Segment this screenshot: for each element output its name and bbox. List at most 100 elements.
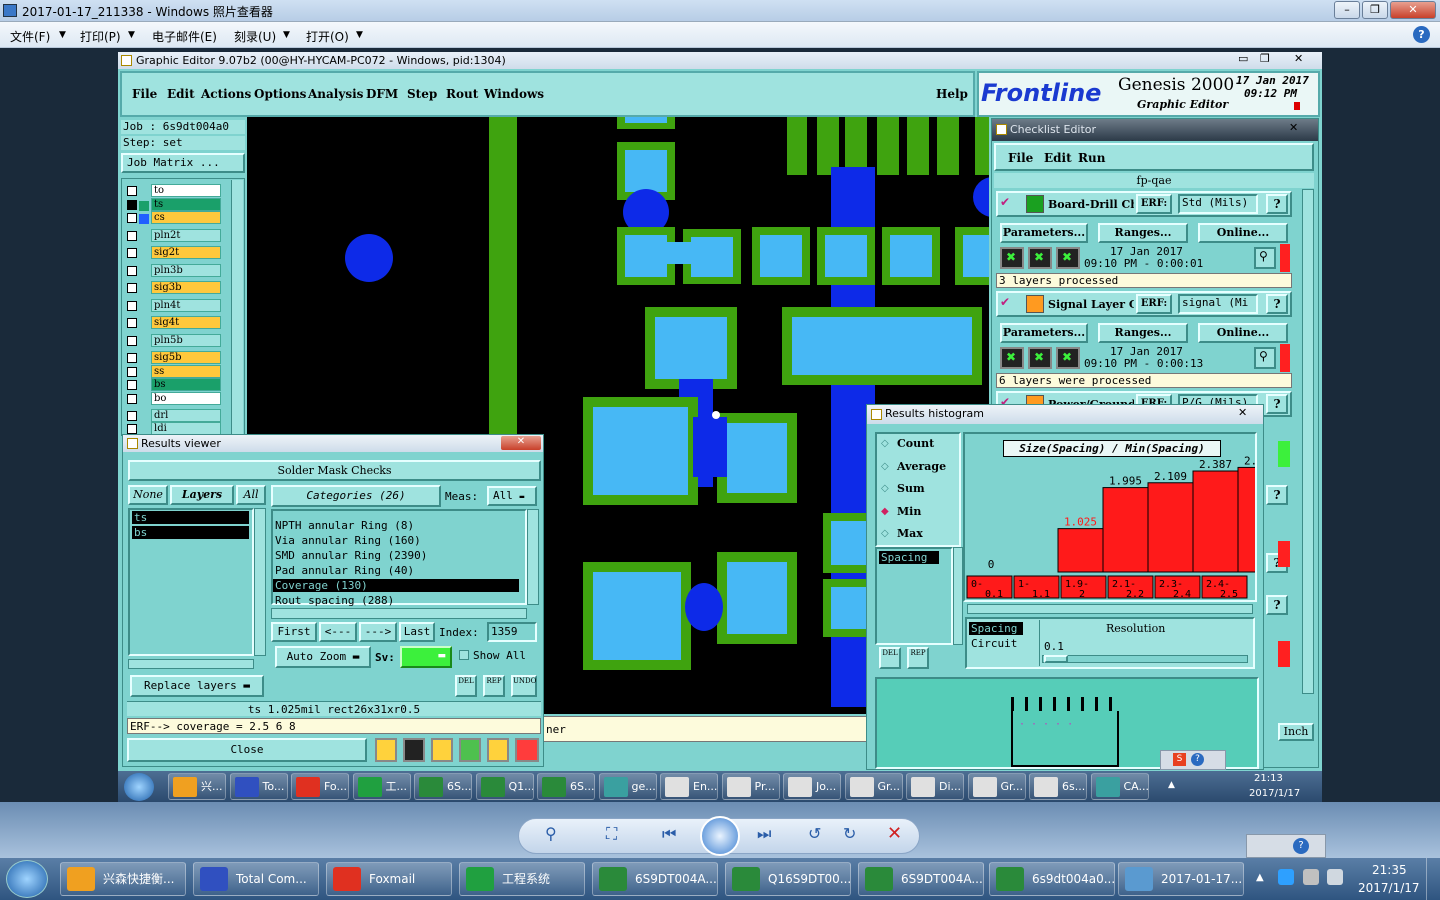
layer-row[interactable]: to <box>125 184 225 198</box>
aggregate-option[interactable]: Sum <box>897 482 925 495</box>
run-icon[interactable]: ✖ <box>1056 247 1080 269</box>
radio-icon[interactable]: ◇ <box>881 438 889 449</box>
index-input[interactable]: 1359 <box>487 622 537 642</box>
category-item[interactable]: Rout spacing (288) <box>273 594 519 607</box>
menu-email[interactable]: 电子邮件(E) <box>152 28 217 45</box>
delete-icon[interactable]: DEL <box>455 675 477 697</box>
start-icon[interactable] <box>124 773 154 801</box>
layer-checkbox[interactable] <box>127 424 137 434</box>
parameters-button[interactable]: Parameters... <box>1000 223 1088 243</box>
layer-row[interactable]: sig5b <box>125 351 225 365</box>
zoom-icon[interactable]: ⚲ <box>1254 247 1276 269</box>
first-button[interactable]: First <box>271 622 317 642</box>
layer-checkbox[interactable] <box>127 411 137 421</box>
tray-app-icon[interactable] <box>1303 869 1319 885</box>
layer-name[interactable]: bs <box>151 378 221 391</box>
taskbar-item[interactable]: CA... <box>1090 773 1149 800</box>
layer-name[interactable]: pln5b <box>151 334 221 347</box>
layer-checkbox[interactable] <box>127 266 137 276</box>
taskbar-item[interactable]: Total Com... <box>193 862 319 896</box>
taskbar-item[interactable]: En... <box>660 773 718 800</box>
menu-file[interactable]: File <box>132 87 157 101</box>
taskbar-item[interactable]: Gr... <box>844 773 903 800</box>
units-select[interactable]: Inch <box>1278 723 1314 741</box>
histogram-bar[interactable] <box>1237 466 1255 573</box>
aggregate-option[interactable]: Max <box>897 527 923 540</box>
fit-icon[interactable]: ⛶ <box>606 824 617 844</box>
category-item[interactable]: Pad annular Ring (40) <box>273 564 519 577</box>
radio-icon[interactable]: ◇ <box>881 483 889 494</box>
taskbar-item[interactable]: 6S9DT004A... <box>592 862 718 896</box>
layer-checkbox[interactable] <box>127 318 137 328</box>
radio-icon[interactable]: ◇ <box>881 461 889 472</box>
replace-icon[interactable]: REP <box>907 647 929 669</box>
last-button[interactable]: Last <box>399 622 435 642</box>
layer-list-hscroll[interactable] <box>128 659 254 669</box>
next-button[interactable]: ---> <box>359 622 397 642</box>
run-icon[interactable]: ✖ <box>1056 347 1080 369</box>
layer-checkbox[interactable] <box>127 336 137 346</box>
tool-icon[interactable] <box>375 738 397 762</box>
layer-checkbox[interactable] <box>127 353 137 363</box>
category-item[interactable]: Via annular Ring (160) <box>273 534 519 547</box>
ranges-button[interactable]: Ranges... <box>1098 223 1188 243</box>
ranges-button[interactable]: Ranges... <box>1098 323 1188 343</box>
none-button[interactable]: None <box>128 485 168 505</box>
all-button[interactable]: All <box>236 485 266 505</box>
taskbar-item[interactable]: 6s... <box>1029 773 1087 800</box>
layer-name[interactable]: ts <box>139 198 221 211</box>
menu-burn[interactable]: 刻录(U) <box>234 28 276 45</box>
menu-edit[interactable]: Edit <box>1044 151 1072 165</box>
aggregate-option[interactable]: Min <box>897 505 921 518</box>
tool-icon[interactable] <box>431 738 453 762</box>
menu-analysis[interactable]: Analysis <box>308 87 363 101</box>
layer-checkbox[interactable] <box>127 186 137 196</box>
menu-step[interactable]: Step <box>407 87 437 101</box>
menu-dfm[interactable]: DFM <box>366 87 398 101</box>
layer-row[interactable]: bo <box>125 392 225 406</box>
taskbar-item[interactable]: To... <box>229 773 288 800</box>
taskbar-item[interactable]: 兴... <box>168 773 226 800</box>
list-item[interactable]: ts <box>132 511 249 524</box>
histogram-icon[interactable] <box>515 738 539 762</box>
layer-row[interactable]: sig2t <box>125 246 225 260</box>
maximize-icon[interactable]: ❐ <box>1260 52 1270 65</box>
layer-name[interactable]: pln2t <box>151 229 221 242</box>
help-button[interactable]: ? <box>1266 595 1288 615</box>
histogram-bar[interactable] <box>1192 470 1239 573</box>
category-item[interactable]: NPTH annular Ring (8) <box>273 519 519 532</box>
layer-row[interactable]: pln3b <box>125 264 225 278</box>
erf-select[interactable]: Std (Mils) <box>1178 194 1258 214</box>
close-button[interactable]: ✕ <box>1390 1 1436 19</box>
histogram-list-scrollbar[interactable] <box>953 547 963 645</box>
taskbar-item[interactable]: Fo... <box>291 773 349 800</box>
menu-windows[interactable]: Windows <box>484 87 544 101</box>
category-hscroll[interactable] <box>271 608 527 619</box>
layer-name[interactable]: sig3b <box>151 281 221 294</box>
list-item[interactable]: bs <box>132 526 249 539</box>
radio-icon[interactable]: ◇ <box>881 528 889 539</box>
aggregate-option[interactable]: Count <box>897 437 934 450</box>
help-icon[interactable]: ? <box>1413 26 1430 43</box>
ime-icon[interactable]: S <box>1173 753 1186 766</box>
online-button[interactable]: Online... <box>1198 223 1288 243</box>
auto-zoom-select[interactable]: Auto Zoom ▬ <box>275 646 371 668</box>
checklist-scrollbar[interactable] <box>1302 189 1314 694</box>
taskbar-item[interactable]: Foxmail <box>326 862 452 896</box>
taskbar-item[interactable]: 工程系统 <box>459 862 585 896</box>
histogram-bar[interactable] <box>1147 482 1194 573</box>
layer-name[interactable]: sig2t <box>151 246 221 259</box>
layer-checkbox[interactable] <box>127 200 137 210</box>
list-item[interactable]: Spacing <box>879 551 939 564</box>
taskbar-item[interactable]: 6s9dt004a0... <box>989 862 1115 896</box>
layer-row[interactable]: pln4t <box>125 299 225 313</box>
tray-arrow-icon[interactable]: ▲ <box>1256 872 1264 883</box>
menu-options[interactable]: Options <box>254 87 306 101</box>
category-item[interactable]: Coverage (130) <box>273 579 519 592</box>
layer-name[interactable]: bo <box>151 392 221 405</box>
slideshow-button[interactable] <box>700 816 740 856</box>
close-icon[interactable]: ✕ <box>1289 121 1298 134</box>
taskbar-item[interactable]: 2017-01-17... <box>1118 862 1244 896</box>
tool-icon[interactable] <box>459 738 481 762</box>
replace-icon[interactable]: REP <box>483 675 505 697</box>
